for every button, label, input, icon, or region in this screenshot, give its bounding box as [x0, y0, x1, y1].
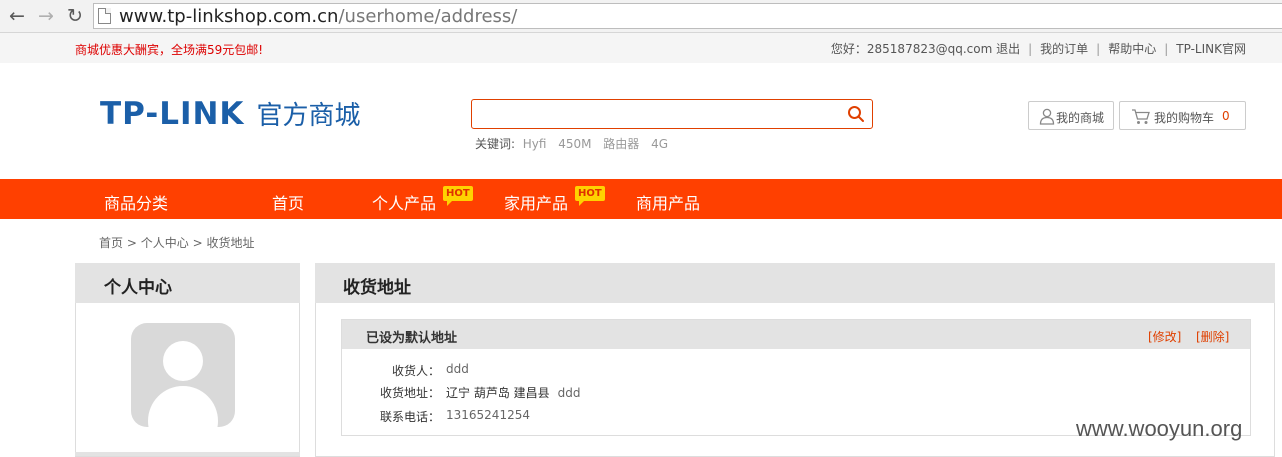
- my-cart-button[interactable]: 我的购物车 0: [1119, 101, 1246, 130]
- breadcrumb-separator: >: [126, 236, 137, 250]
- greeting-text[interactable]: 您好：285187823@qq.com 退出: [831, 40, 1020, 57]
- delete-address-link[interactable]: [删除]: [1196, 328, 1229, 345]
- breadcrumb-current: 收货地址: [206, 236, 255, 250]
- logo-subtitle: 官方商城: [256, 101, 361, 131]
- my-orders-link[interactable]: 我的订单: [1040, 42, 1088, 56]
- phone-label: 联系电话：: [379, 410, 440, 424]
- my-mall-button[interactable]: 我的商城: [1028, 101, 1114, 130]
- nav-personal-products[interactable]: 个人产品 HOT: [372, 186, 473, 214]
- address-value: 辽宁 葫芦岛 建昌县 ddd: [446, 384, 581, 401]
- url-text[interactable]: www.tp-linkshop.com.cn/userhome/address/: [119, 6, 517, 28]
- breadcrumb-home[interactable]: 首页: [99, 236, 123, 250]
- search-keywords: 关键词: Hyfi 450M 路由器 4G: [475, 135, 676, 152]
- breadcrumb: 首页 > 个人中心 > 收货地址: [99, 234, 254, 251]
- nav-personal-label: 个人产品: [372, 194, 437, 213]
- url-host: www.tp-linkshop.com.cn: [119, 6, 339, 27]
- nav-business-products[interactable]: 商用产品: [636, 190, 700, 214]
- sidebar-footer: [75, 452, 300, 456]
- keyword-link[interactable]: 路由器: [603, 137, 639, 151]
- nav-home-products[interactable]: 家用产品 HOT: [504, 186, 605, 214]
- address-card-header: 已设为默认地址 [修改] [删除]: [342, 320, 1250, 349]
- promo-text: 商城优惠大酬宾，全场满59元包邮!: [75, 43, 264, 57]
- watermark: www.wooyun.org: [1076, 416, 1243, 441]
- sidebar-header: 个人中心: [75, 263, 300, 303]
- keyword-link[interactable]: Hyfi: [523, 137, 547, 151]
- recipient-value: ddd: [446, 362, 469, 376]
- avatar-body: [148, 386, 218, 427]
- search-icon[interactable]: [847, 105, 865, 123]
- panel-title: 收货地址: [343, 278, 411, 298]
- browser-toolbar: ← → ↻ www.tp-linkshop.com.cn/userhome/ad…: [0, 0, 1282, 33]
- address-region: 辽宁 葫芦岛 建昌县: [446, 386, 550, 400]
- back-arrow-icon[interactable]: ←: [5, 4, 29, 28]
- breadcrumb-center[interactable]: 个人中心: [141, 236, 189, 250]
- recipient-label: 收货人：: [391, 364, 440, 378]
- my-cart-label: 我的购物车: [1154, 111, 1215, 125]
- page-icon: [98, 8, 111, 24]
- search-input[interactable]: [478, 104, 838, 124]
- top-strip: 商城优惠大酬宾，全场满59元包邮! 您好：285187823@qq.com 退出…: [0, 33, 1282, 63]
- hot-badge: HOT: [443, 186, 473, 206]
- site-logo[interactable]: TP-LINK 官方商城: [100, 95, 360, 132]
- forward-arrow-icon[interactable]: →: [34, 4, 58, 28]
- keywords-label: 关键词:: [475, 137, 516, 151]
- panel-header: 收货地址: [315, 263, 1275, 303]
- cart-count: 0: [1222, 109, 1230, 123]
- avatar-head: [163, 341, 203, 381]
- help-center-link[interactable]: 帮助中心: [1108, 42, 1156, 56]
- sidebar: 个人中心: [75, 263, 300, 457]
- official-site-link[interactable]: TP-LINK官网: [1176, 42, 1246, 56]
- edit-address-link[interactable]: [修改]: [1148, 328, 1181, 345]
- url-path: /userhome/address/: [338, 6, 518, 27]
- main-nav: 商品分类 首页 个人产品 HOT 家用产品 HOT 商用产品: [0, 179, 1282, 219]
- top-links: 您好：285187823@qq.com 退出 | 我的订单 | 帮助中心 | TP-LINK…: [830, 40, 1246, 57]
- breadcrumb-separator: >: [192, 236, 203, 250]
- reload-icon[interactable]: ↻: [63, 4, 87, 28]
- cart-icon: [1132, 109, 1150, 124]
- user-icon: [1039, 108, 1055, 125]
- search-box: [471, 99, 873, 129]
- keyword-link[interactable]: 4G: [651, 137, 668, 151]
- phone-value: 13165241254: [446, 408, 530, 422]
- my-mall-label: 我的商城: [1056, 111, 1105, 125]
- sidebar-title: 个人中心: [104, 278, 172, 298]
- nav-home[interactable]: 首页: [272, 190, 304, 214]
- avatar[interactable]: [131, 323, 235, 427]
- address-bar[interactable]: www.tp-linkshop.com.cn/userhome/address/: [93, 3, 1282, 29]
- address-label: 收货地址：: [379, 386, 440, 400]
- logo-brand: TP-LINK: [100, 96, 245, 132]
- nav-category[interactable]: 商品分类: [104, 190, 168, 214]
- nav-home-products-label: 家用产品: [504, 194, 569, 213]
- keyword-link[interactable]: 450M: [558, 137, 591, 151]
- address-detail: ddd: [557, 386, 581, 400]
- hot-badge: HOT: [575, 186, 605, 206]
- default-address-status: 已设为默认地址: [366, 331, 458, 346]
